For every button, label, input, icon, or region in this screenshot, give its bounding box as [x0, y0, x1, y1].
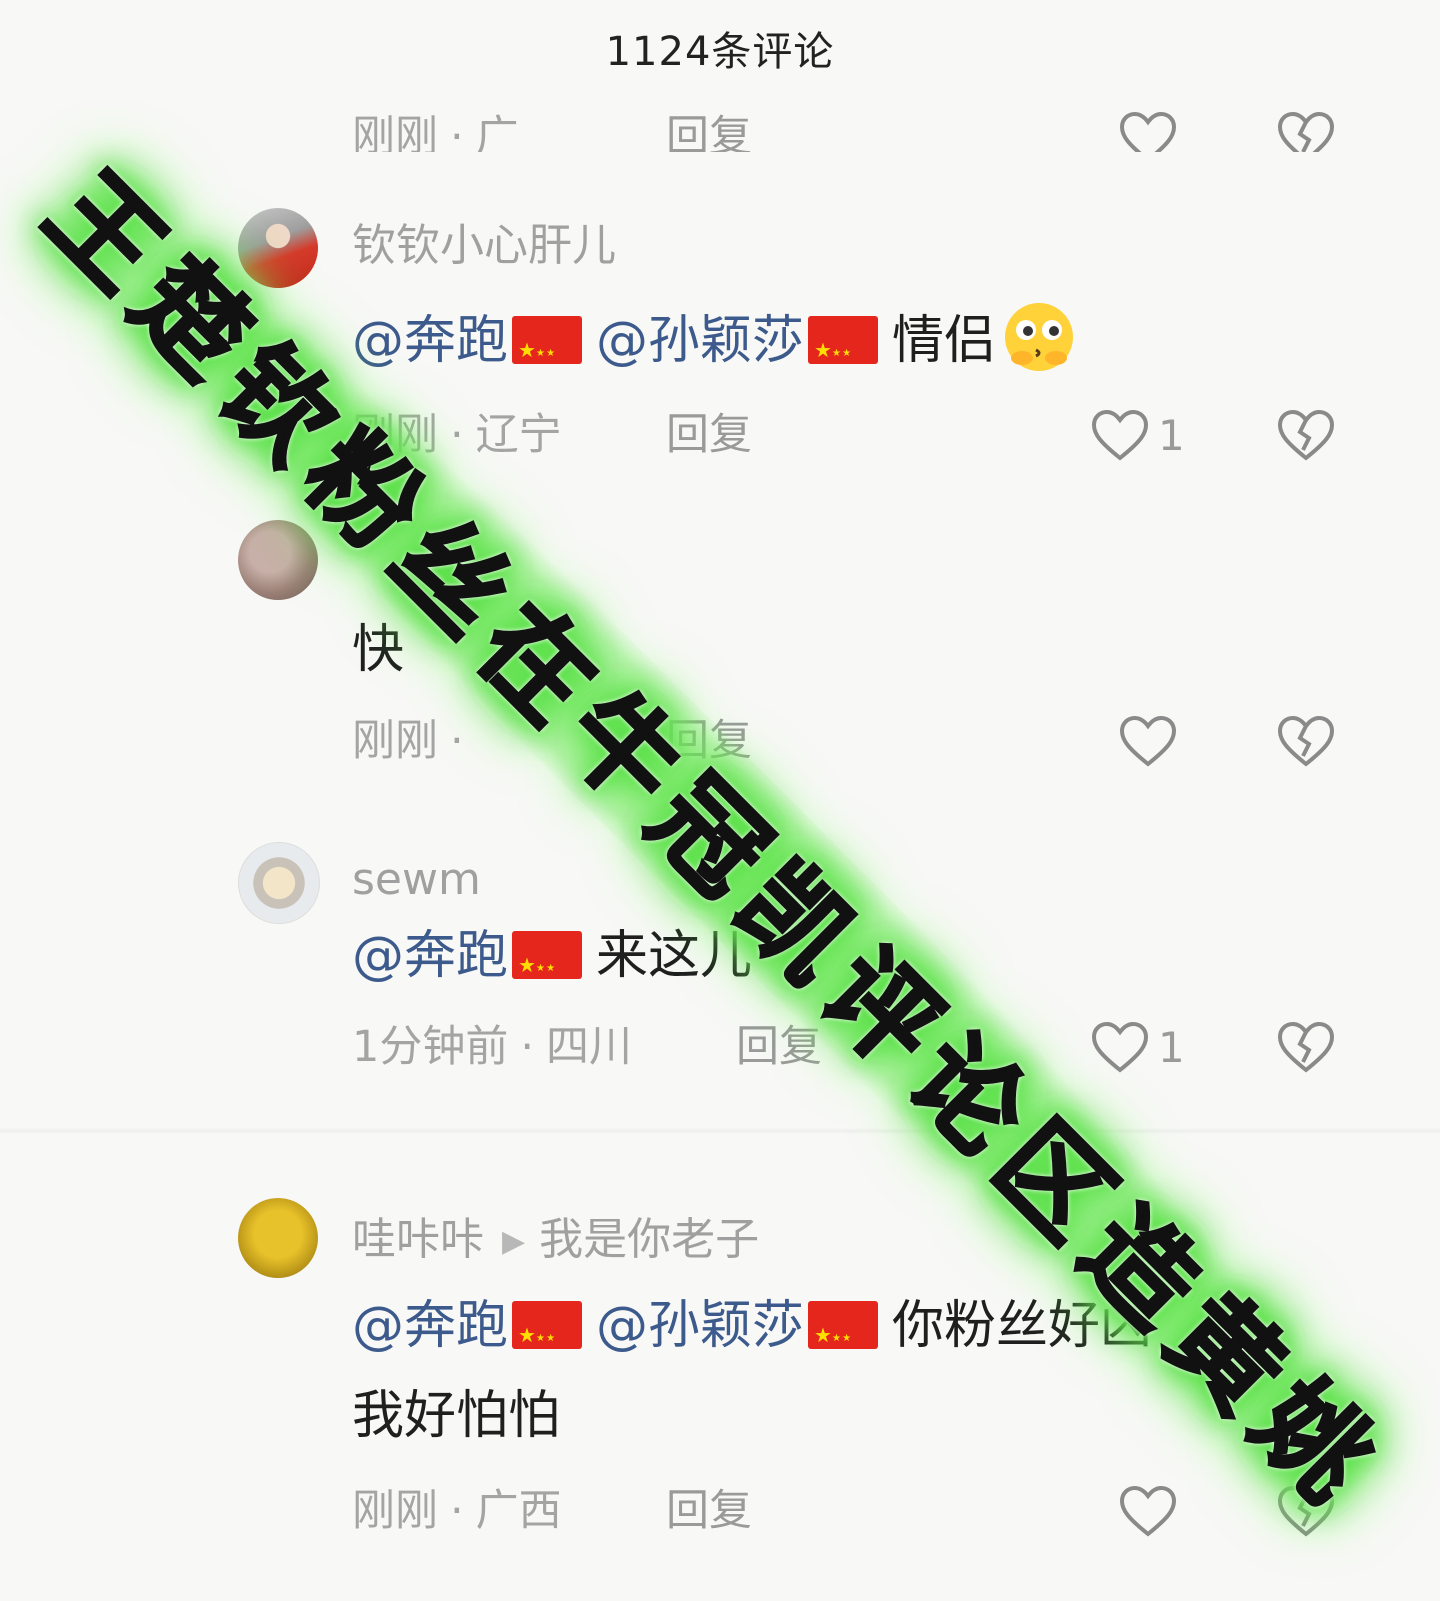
comments-header: 1124条评论	[0, 0, 1440, 96]
mention-link[interactable]: @奔跑	[352, 1296, 508, 1356]
comment-text: 情侣	[892, 311, 997, 371]
like-button[interactable]	[1118, 1476, 1178, 1546]
dislike-button[interactable]	[1276, 1012, 1336, 1082]
china-flag-icon	[512, 312, 583, 392]
comment-meta: 刚刚 · 广	[352, 112, 519, 152]
mention-link[interactable]: @孙颖莎	[596, 311, 804, 371]
comment-username[interactable]: sewm	[352, 850, 481, 910]
comment-location: 辽宁	[475, 410, 562, 460]
comment-text: 来这儿	[596, 926, 753, 986]
heart-outline-icon	[1118, 1484, 1178, 1538]
comment-time: 刚刚	[352, 112, 438, 152]
comment-username-text[interactable]: 哇咔咔	[352, 1214, 484, 1265]
reply-button[interactable]: 回复	[736, 1012, 822, 1082]
comment-text: 你粉丝好凶	[892, 1296, 1153, 1356]
like-button[interactable]: 1	[1090, 400, 1185, 470]
reply-button[interactable]: 回复	[666, 1476, 752, 1546]
avatar[interactable]	[238, 208, 318, 288]
avatar[interactable]	[238, 842, 320, 924]
comment-location: 广	[475, 112, 519, 152]
comment-time: 1分钟前	[352, 1022, 509, 1072]
comment-text: 快	[352, 620, 405, 680]
comment-content-line2: 我好怕怕	[352, 1386, 561, 1446]
broken-heart-icon	[1276, 408, 1336, 462]
comment-content: @奔跑 来这儿	[352, 918, 753, 1007]
avatar[interactable]	[238, 1198, 318, 1278]
heart-outline-icon	[1090, 1020, 1150, 1074]
comment-content: @奔跑 @孙颖莎 情侣	[352, 298, 1078, 392]
reply-button[interactable]: 回复	[666, 400, 752, 470]
china-flag-icon	[512, 927, 583, 1007]
reply-button[interactable]: 回复	[666, 112, 752, 152]
china-flag-icon	[808, 1297, 879, 1377]
dislike-button[interactable]	[1276, 1476, 1336, 1546]
broken-heart-icon	[1276, 112, 1336, 152]
clipped-comment-meta: 刚刚 · 广 回复	[0, 112, 1440, 152]
broken-heart-icon	[1276, 714, 1336, 768]
reply-target-username[interactable]: 我是你老子	[539, 1214, 759, 1265]
like-count: 1	[1158, 410, 1185, 460]
avatar[interactable]	[238, 520, 318, 600]
comment-content: 快	[352, 612, 404, 688]
comment-username[interactable]: 钦钦小心肝儿	[352, 216, 616, 276]
comment-content: @奔跑 @孙颖莎 你粉丝好凶	[352, 1288, 1153, 1377]
dislike-button[interactable]	[1276, 112, 1336, 152]
china-flag-icon	[808, 312, 879, 392]
dislike-button[interactable]	[1276, 400, 1336, 470]
kissing-face-emoji-icon	[1000, 298, 1078, 376]
like-button[interactable]: 1	[1090, 1012, 1185, 1082]
comment-time: 刚刚	[352, 716, 438, 766]
comment-location: 四川	[546, 1022, 633, 1072]
comment-meta: 刚刚 ·	[352, 716, 464, 766]
comment-time: 刚刚	[352, 410, 438, 460]
comment-time: 刚刚	[352, 1486, 438, 1536]
comment-meta: 刚刚 · 辽宁	[352, 410, 562, 460]
like-count: 1	[1158, 1022, 1185, 1072]
reply-button[interactable]: 回复	[666, 706, 752, 776]
broken-heart-icon	[1276, 1484, 1336, 1538]
mention-link[interactable]: @奔跑	[352, 926, 508, 986]
comment-meta-row: 刚刚 · 辽宁 回复 1	[0, 400, 1440, 470]
reply-arrow-icon: ▶	[502, 1224, 526, 1259]
heart-outline-icon	[1090, 408, 1150, 462]
comment-meta-row: 刚刚 · 广西 回复	[0, 1476, 1440, 1546]
comment-count-title: 1124条评论	[605, 29, 835, 75]
heart-outline-icon	[1118, 112, 1178, 152]
like-button[interactable]	[1118, 112, 1178, 152]
comment-meta: 1分钟前 · 四川	[352, 1022, 633, 1072]
like-button[interactable]	[1118, 706, 1178, 776]
comment-username: 哇咔咔 ▶ 我是你老子	[352, 1210, 759, 1272]
comment-meta: 刚刚 · 广西	[352, 1486, 562, 1536]
mention-link[interactable]: @奔跑	[352, 311, 508, 371]
heart-outline-icon	[1118, 714, 1178, 768]
comment-meta-row: 1分钟前 · 四川 回复 1	[0, 1012, 1440, 1082]
broken-heart-icon	[1276, 1020, 1336, 1074]
comment-location: 广西	[475, 1486, 562, 1536]
mention-link[interactable]: @孙颖莎	[596, 1296, 804, 1356]
comment-meta-row: 刚刚 · 回复	[0, 706, 1440, 776]
china-flag-icon	[512, 1297, 583, 1377]
divider	[0, 1128, 1440, 1134]
dislike-button[interactable]	[1276, 706, 1336, 776]
